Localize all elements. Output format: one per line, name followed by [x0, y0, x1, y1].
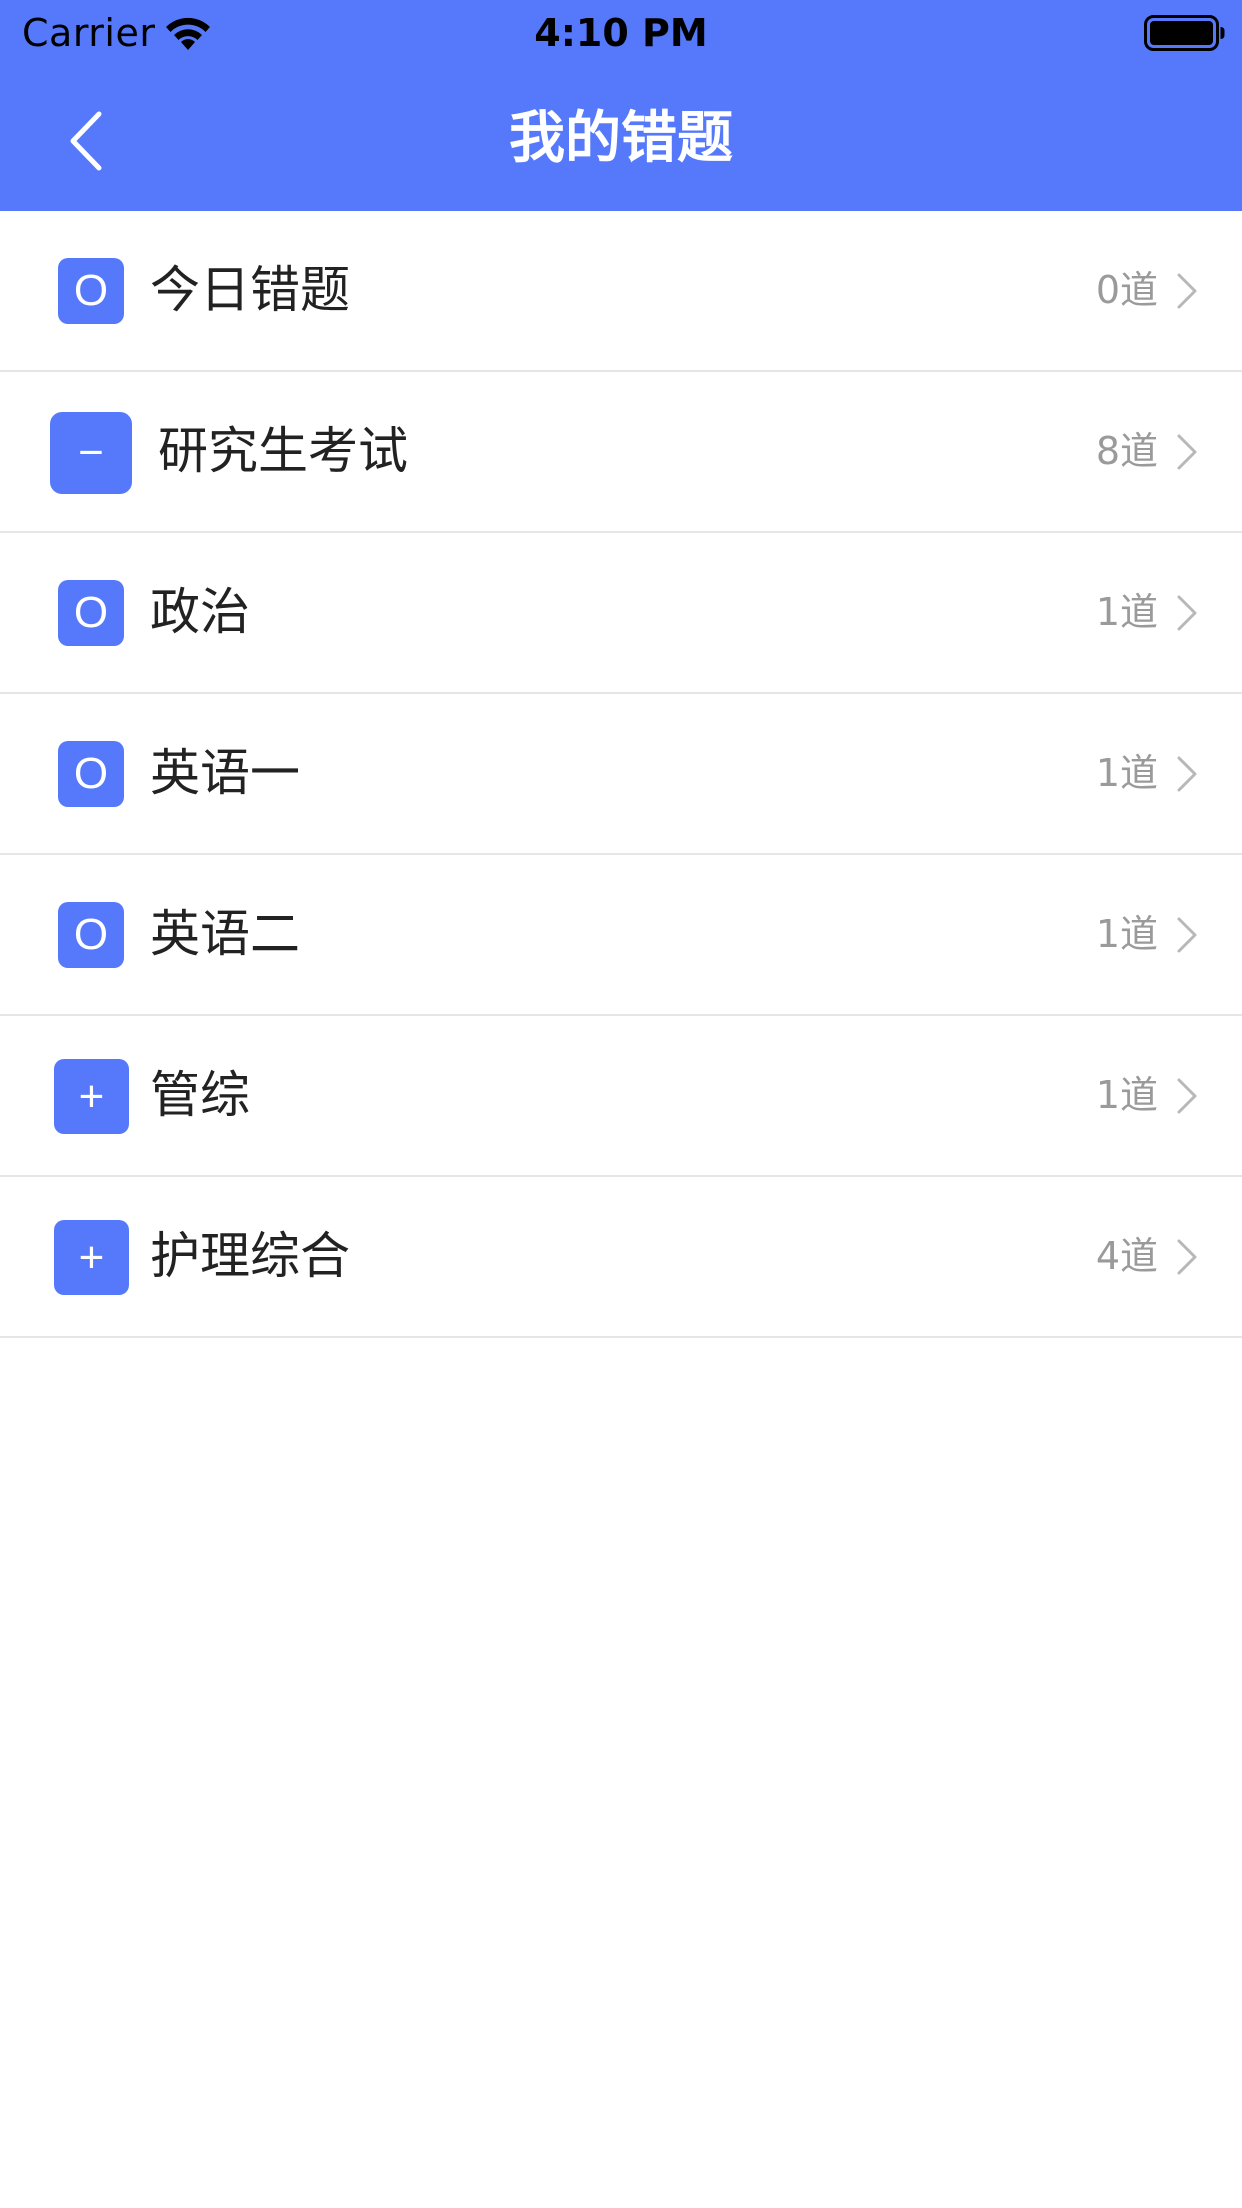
- badge-glyph: O: [73, 588, 109, 637]
- chevron-right-icon: [1177, 1078, 1197, 1114]
- page-title: 我的错题: [509, 106, 733, 171]
- status-time: 4:10 PM: [534, 11, 708, 55]
- list-item-0[interactable]: O 今日错题 0道: [0, 211, 1242, 372]
- badge-glyph: O: [73, 266, 109, 315]
- badge-glyph: −: [78, 428, 104, 477]
- plus-icon[interactable]: +: [54, 1220, 129, 1295]
- badge-glyph: O: [73, 749, 109, 798]
- chevron-right-icon: [1177, 434, 1197, 470]
- minus-icon[interactable]: −: [50, 412, 132, 494]
- list-item-count: 0道: [1095, 268, 1158, 312]
- badge-glyph: +: [78, 1071, 105, 1121]
- category-list: O 今日错题 0道 − 研究生考试 8道 O 政治 1道 O 英语一 1道 O …: [0, 211, 1242, 1338]
- status-bar: Carrier 4:10 PM: [0, 0, 1242, 66]
- o-icon[interactable]: O: [58, 902, 124, 968]
- list-item-label: 政治: [150, 583, 250, 641]
- list-item-count: 1道: [1095, 590, 1158, 634]
- list-item-label: 今日错题: [150, 261, 350, 319]
- battery-icon: [1144, 15, 1225, 51]
- list-item-label: 英语二: [150, 905, 300, 963]
- chevron-right-icon: [1177, 1239, 1197, 1275]
- list-item-2[interactable]: O 政治 1道: [0, 533, 1242, 694]
- list-item-label: 护理综合: [150, 1227, 350, 1285]
- chevron-right-icon: [1177, 756, 1197, 792]
- badge-glyph: O: [73, 910, 109, 959]
- list-item-label: 管综: [150, 1066, 250, 1124]
- list-item-count: 8道: [1095, 429, 1158, 473]
- o-icon[interactable]: O: [58, 258, 124, 324]
- o-icon[interactable]: O: [58, 741, 124, 807]
- list-item-label: 研究生考试: [158, 422, 408, 480]
- list-item-1[interactable]: − 研究生考试 8道: [0, 372, 1242, 533]
- plus-icon[interactable]: +: [54, 1059, 129, 1134]
- list-item-3[interactable]: O 英语一 1道: [0, 694, 1242, 855]
- nav-bar: 我的错题: [0, 66, 1242, 211]
- badge-glyph: +: [78, 1232, 105, 1282]
- list-item-count: 1道: [1095, 751, 1158, 795]
- list-item-count: 4道: [1095, 1234, 1158, 1278]
- list-item-5[interactable]: + 管综 1道: [0, 1016, 1242, 1177]
- list-item-6[interactable]: + 护理综合 4道: [0, 1177, 1242, 1338]
- list-item-count: 1道: [1095, 1073, 1158, 1117]
- header: Carrier 4:10 PM 我的错题: [0, 0, 1242, 211]
- o-icon[interactable]: O: [58, 580, 124, 646]
- chevron-right-icon: [1177, 273, 1197, 309]
- chevron-right-icon: [1177, 917, 1197, 953]
- chevron-right-icon: [1177, 595, 1197, 631]
- list-item-label: 英语一: [150, 744, 300, 802]
- list-item-4[interactable]: O 英语二 1道: [0, 855, 1242, 1016]
- page: Carrier 4:10 PM 我的错题 O 今日错题 0道 − 研究生考试 8…: [0, 0, 1242, 2208]
- list-item-count: 1道: [1095, 912, 1158, 956]
